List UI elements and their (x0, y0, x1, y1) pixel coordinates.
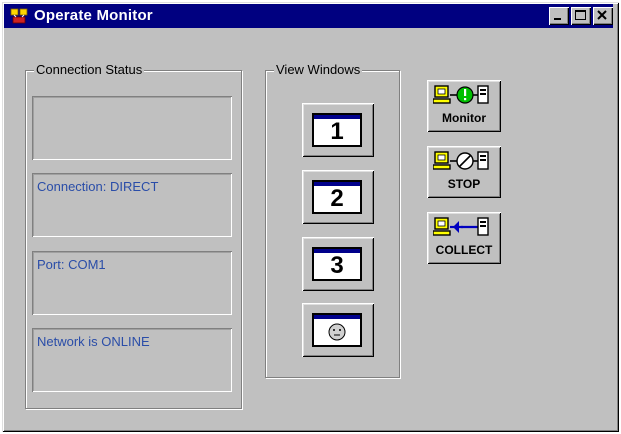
connection-status-legend: Connection Status (34, 62, 145, 77)
maximize-button[interactable] (571, 7, 591, 25)
connection-type-text: Connection: DIRECT (37, 179, 159, 194)
maximize-icon (575, 10, 586, 20)
network-status-text: Network is ONLINE (37, 334, 150, 349)
stop-label: STOP (447, 177, 481, 191)
view-window-3-button[interactable]: 3 (302, 237, 374, 291)
monitor-button[interactable]: Monitor (427, 80, 501, 132)
view-window-face-button[interactable] (302, 303, 374, 357)
status-box-blank (32, 96, 232, 160)
window-icon: 2 (312, 180, 362, 214)
view-window-1-button[interactable]: 1 (302, 103, 374, 157)
window-title: Operate Monitor (34, 7, 153, 24)
window-icon: 1 (312, 113, 362, 147)
collect-button[interactable]: COLLECT (427, 212, 501, 264)
collect-icon (433, 217, 489, 236)
view-windows-legend: View Windows (274, 62, 363, 77)
minimize-icon (554, 18, 561, 20)
window-icon (312, 313, 362, 347)
monitor-label: Monitor (442, 111, 486, 125)
status-box-network: Network is ONLINE (32, 328, 232, 392)
stop-icon (433, 151, 489, 170)
app-icon (10, 8, 28, 24)
minimize-button[interactable] (549, 7, 569, 25)
face-icon (328, 323, 346, 341)
collect-label: COLLECT (435, 243, 493, 257)
close-icon (597, 10, 607, 20)
status-box-connection: Connection: DIRECT (32, 173, 232, 237)
port-text: Port: COM1 (37, 257, 106, 272)
status-box-port: Port: COM1 (32, 251, 232, 315)
monitor-icon (433, 85, 489, 104)
title-bar[interactable]: Operate Monitor (4, 4, 613, 28)
close-button[interactable] (593, 7, 613, 25)
stop-button[interactable]: STOP (427, 146, 501, 198)
window-icon: 3 (312, 247, 362, 281)
view-window-2-button[interactable]: 2 (302, 170, 374, 224)
